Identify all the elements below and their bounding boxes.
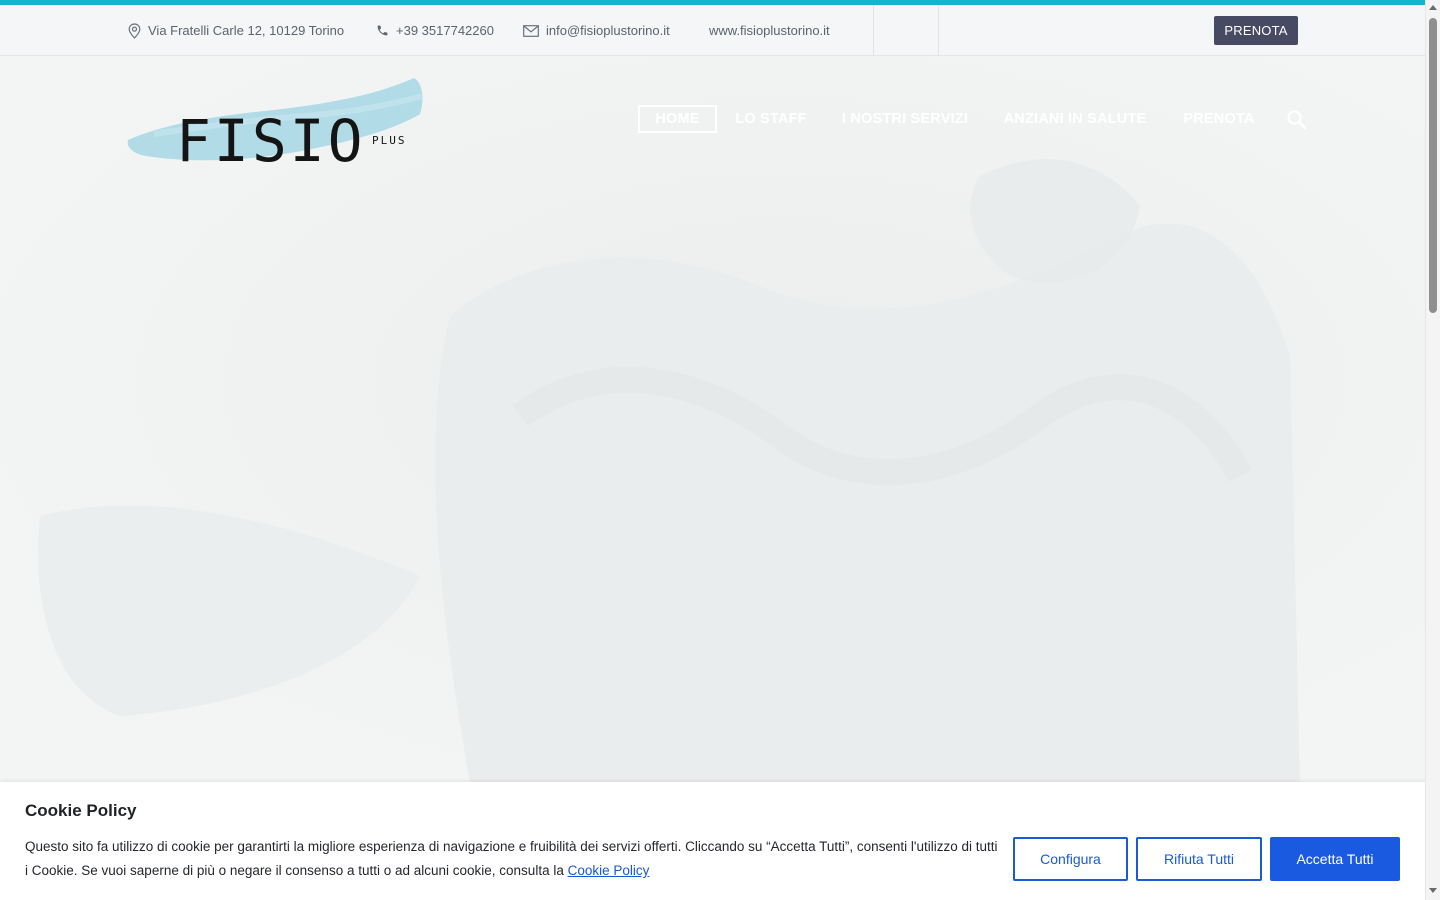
location-pin-icon (128, 22, 141, 39)
top-info-bar: Via Fratelli Carle 12, 10129 Torino +39 … (0, 5, 1425, 56)
site-logo[interactable]: FISIO PLUS (124, 74, 426, 175)
nav-i-nostri-servizi[interactable]: I NOSTRI SERVIZI (834, 105, 976, 133)
scroll-thumb[interactable] (1429, 18, 1437, 313)
cookie-title: Cookie Policy (25, 801, 137, 820)
cookie-policy-link[interactable]: Cookie Policy (568, 863, 650, 878)
configure-button[interactable]: Configura (1013, 837, 1128, 881)
phone-text: +39 3517742260 (396, 23, 494, 38)
topbar-divider (938, 5, 939, 56)
scroll-down-arrow-icon[interactable] (1429, 888, 1437, 893)
logo-brush-graphic: FISIO PLUS (127, 78, 423, 175)
page: Via Fratelli Carle 12, 10129 Torino +39 … (0, 0, 1425, 900)
website-item[interactable]: www.fisioplustorino.it (709, 5, 830, 56)
email-text: info@fisioplustorino.it (546, 23, 670, 38)
cookie-banner: Cookie Policy Questo sito fa utilizzo di… (0, 782, 1425, 900)
phone-icon (376, 24, 389, 37)
nav-home[interactable]: HOME (638, 105, 717, 133)
accept-all-button[interactable]: Accetta Tutti (1270, 837, 1400, 881)
svg-text:FISIO: FISIO (176, 107, 366, 174)
email-item[interactable]: info@fisioplustorino.it (523, 5, 670, 56)
svg-text:PLUS: PLUS (372, 134, 407, 147)
prenota-top-button[interactable]: PRENOTA (1214, 16, 1298, 45)
hero-section: FISIO PLUS (0, 56, 1425, 782)
phone-item[interactable]: +39 3517742260 (376, 5, 494, 56)
scroll-up-arrow-icon[interactable] (1429, 5, 1437, 10)
topbar-divider (873, 5, 874, 56)
envelope-icon (523, 24, 539, 37)
website-text: www.fisioplustorino.it (709, 23, 830, 38)
search-icon[interactable] (1286, 109, 1308, 131)
cookie-description: Questo sito fa utilizzo di cookie per ga… (25, 839, 998, 878)
nav-anziani-in-salute[interactable]: ANZIANI IN SALUTE (996, 105, 1154, 133)
nav-lo-staff[interactable]: LO STAFF (730, 105, 812, 133)
nav-prenota[interactable]: PRENOTA (1176, 105, 1262, 133)
address-item: Via Fratelli Carle 12, 10129 Torino (128, 5, 344, 56)
cookie-text: Questo sito fa utilizzo di cookie per ga… (25, 835, 1000, 883)
address-text: Via Fratelli Carle 12, 10129 Torino (148, 23, 345, 38)
page-scrollbar[interactable] (1425, 0, 1440, 900)
reject-all-button[interactable]: Rifiuta Tutti (1136, 837, 1262, 881)
